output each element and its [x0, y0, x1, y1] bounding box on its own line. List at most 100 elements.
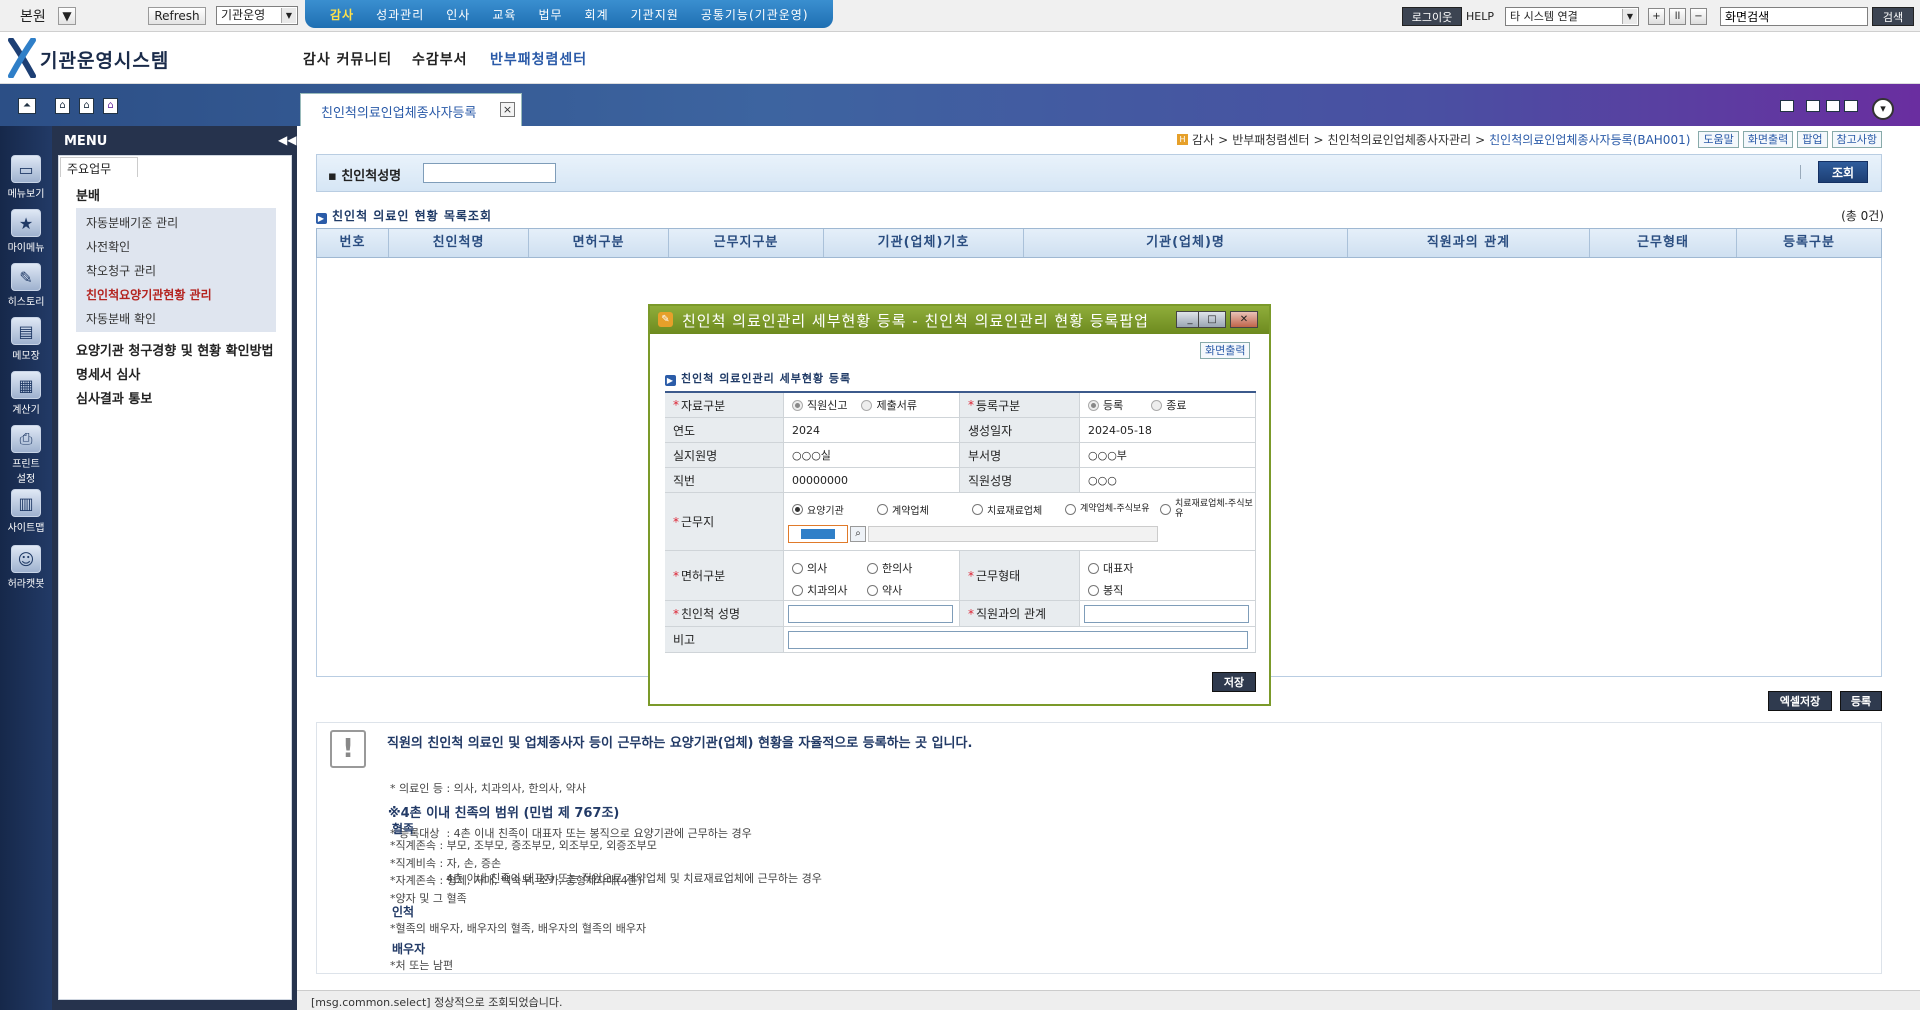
radio-contract-company[interactable]	[877, 503, 888, 515]
screen-search-input[interactable]	[1720, 7, 1868, 26]
relative-name-input[interactable]	[788, 604, 953, 623]
rail-item[interactable]: ☺ 허라캣봇	[0, 545, 52, 590]
zoom-reset-button[interactable]: ll	[1669, 8, 1686, 25]
menu-item-relative-institution[interactable]: 친인척요양기관현황 관리	[86, 286, 212, 303]
zoom-out-button[interactable]: −	[1690, 8, 1707, 25]
close-icon[interactable]: ✕	[1230, 311, 1258, 328]
logout-button[interactable]: 로그이웃	[1402, 7, 1462, 26]
radio-pharmacist[interactable]	[867, 585, 878, 596]
relative-name-search-input[interactable]	[423, 163, 556, 183]
home-icon[interactable]: ⌂	[55, 98, 70, 114]
rail-item[interactable]: ▥ 사이트맵	[0, 489, 52, 534]
col-license[interactable]: 면허구분	[529, 229, 669, 257]
nav-audited-dept[interactable]: 수감부서	[412, 49, 468, 69]
radio-submitted-docs[interactable]	[861, 399, 873, 411]
top-menu-accounting[interactable]: 회계	[574, 6, 620, 23]
radio-material-company-stock[interactable]	[1160, 503, 1171, 515]
top-menu-hr[interactable]: 인사	[435, 6, 481, 23]
top-menu-support[interactable]: 기관지원	[620, 6, 690, 23]
col-reg-type[interactable]: 등록구분	[1737, 229, 1881, 257]
info-line: *직계비속 : 자, 손, 증손	[390, 856, 502, 870]
menu-group-claim-trend[interactable]: 요양기관 청구경향 및 현황 확인방법	[76, 340, 274, 359]
popup-button[interactable]: 팝업	[1797, 131, 1828, 148]
col-workplace-type[interactable]: 근무지구분	[669, 229, 824, 257]
menu-group-review-result[interactable]: 심사결과 통보	[76, 388, 152, 407]
menu-collapse-icon[interactable]: ◀◀	[278, 133, 296, 147]
institution-code-input[interactable]	[788, 525, 848, 543]
refresh-button[interactable]: Refresh	[148, 7, 206, 25]
col-work-type[interactable]: 근무형태	[1590, 229, 1737, 257]
maximize-icon[interactable]: □	[1198, 311, 1226, 328]
col-institution-name[interactable]: 기관(업체)명	[1024, 229, 1348, 257]
radio-terminate[interactable]	[1151, 399, 1163, 411]
popup-print-button[interactable]: 화면출력	[1200, 342, 1251, 359]
rail-item[interactable]: ▤ 메모장	[0, 317, 52, 362]
top-menu-common[interactable]: 공통기능(기관운영)	[690, 6, 820, 23]
menu-tab-main-tasks[interactable]: 주요업무	[60, 157, 138, 177]
system-select[interactable]: 타 시스템 연결 ▼	[1505, 7, 1639, 26]
top-menu-legal[interactable]: 법무	[527, 6, 573, 23]
layout-rows-icon[interactable]	[1826, 100, 1840, 112]
close-tabs-icon[interactable]	[1844, 100, 1858, 112]
excel-save-button[interactable]: 엑셀저장	[1768, 691, 1832, 711]
collapse-up-icon[interactable]: ⏶	[18, 98, 36, 114]
radio-contract-company-stock[interactable]	[1065, 503, 1076, 515]
top-menu-performance[interactable]: 성과관리	[365, 6, 435, 23]
home-alt-icon[interactable]: ⌂	[79, 98, 94, 114]
rail-item[interactable]: ▦ 계산기	[0, 371, 52, 416]
rail-item[interactable]: ▭ 메뉴보기	[0, 155, 52, 200]
radio-care-institution[interactable]	[792, 503, 803, 515]
logo-text: 기관운영시스템	[40, 50, 170, 72]
help-link[interactable]: HELP	[1466, 10, 1494, 23]
radio-employed[interactable]	[1088, 585, 1099, 596]
breadcrumb-item[interactable]: 친인척의료인업체종사자관리	[1328, 131, 1472, 148]
radio-dentist[interactable]	[792, 585, 803, 596]
label-note: 비고	[665, 627, 784, 653]
menu-item-error-claim[interactable]: 착오청구 관리	[86, 262, 156, 279]
breadcrumb-item[interactable]: 감사	[1192, 131, 1214, 148]
tab-register[interactable]: 친인척의료인업체종사자등록 ×	[300, 93, 522, 126]
save-button[interactable]: 저장	[1212, 672, 1256, 692]
search-button[interactable]: 조회	[1818, 161, 1868, 183]
menu-item-auto-dist-check[interactable]: 자동분배 확인	[86, 310, 156, 327]
tab-close-icon[interactable]: ×	[500, 102, 515, 117]
relation-input[interactable]	[1084, 604, 1249, 623]
nav-anticorruption-center[interactable]: 반부패청렴센터	[490, 49, 587, 69]
menu-item-pre-check[interactable]: 사전확인	[86, 238, 130, 255]
register-button[interactable]: 등록	[1840, 691, 1882, 711]
radio-staff-report[interactable]	[792, 399, 803, 411]
col-relation[interactable]: 직원과의 관계	[1348, 229, 1590, 257]
menu-item-auto-dist-criteria[interactable]: 자동분배기준 관리	[86, 214, 178, 231]
col-institution-code[interactable]: 기관(업체)기호	[824, 229, 1024, 257]
menu-group-statement-review[interactable]: 명세서 심사	[76, 364, 140, 383]
search-icon[interactable]: ⌕	[850, 526, 866, 542]
radio-oriental-doctor[interactable]	[867, 563, 878, 574]
radio-register[interactable]	[1088, 399, 1099, 411]
breadcrumb-item[interactable]: 반부패청렴센터	[1232, 131, 1309, 148]
help-button[interactable]: 도움말	[1698, 131, 1739, 148]
zoom-in-button[interactable]: +	[1648, 8, 1665, 25]
home-purple-icon[interactable]: ⌂	[103, 98, 118, 114]
col-no[interactable]: 번호	[317, 229, 389, 257]
nav-audit-community[interactable]: 감사 커뮤니티	[303, 49, 392, 69]
notes-button[interactable]: 참고사항	[1831, 131, 1882, 148]
chevron-down-circle-icon[interactable]: ▾	[1872, 98, 1894, 120]
menu-group-distribution[interactable]: 분배	[76, 185, 100, 204]
top-menu-education[interactable]: 교육	[481, 6, 527, 23]
radio-material-company[interactable]	[972, 503, 983, 515]
org-select[interactable]: 기관운영 ▼	[216, 6, 298, 25]
rail-item[interactable]: ✎ 히스토리	[0, 263, 52, 308]
radio-doctor[interactable]	[792, 563, 803, 574]
screen-search-button[interactable]: 검색	[1872, 7, 1914, 26]
note-input[interactable]	[788, 630, 1248, 649]
radio-representative[interactable]	[1088, 563, 1099, 574]
rail-item-label: 메모장	[12, 351, 40, 362]
layout-single-icon[interactable]	[1780, 100, 1794, 112]
col-relative-name[interactable]: 친인척명	[389, 229, 529, 257]
org-dropdown-button[interactable]: ▼	[58, 7, 76, 25]
rail-item[interactable]: ⎙ 프린트 설정	[0, 425, 52, 485]
print-button[interactable]: 화면출력	[1742, 131, 1794, 148]
layout-split-icon[interactable]	[1806, 100, 1820, 112]
rail-item[interactable]: ★ 마이메뉴	[0, 209, 52, 254]
top-menu-audit[interactable]: 감사	[319, 6, 365, 23]
